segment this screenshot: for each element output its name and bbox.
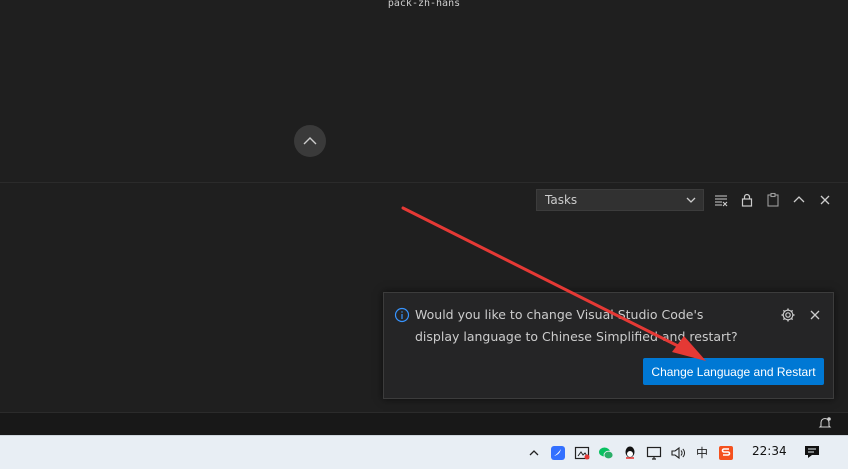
qq-icon	[625, 446, 635, 459]
volume-icon	[671, 446, 685, 459]
wechat-tray-icon[interactable]	[594, 436, 618, 469]
notification-center-icon	[805, 446, 819, 458]
clear-all-icon	[715, 195, 728, 207]
scroll-to-top-button[interactable]	[294, 125, 326, 157]
taskbar-clock[interactable]: 22:34	[752, 444, 787, 458]
notification-center-button[interactable]	[803, 443, 821, 461]
chevron-up-icon	[303, 137, 317, 145]
change-language-restart-button[interactable]: Change Language and Restart	[643, 358, 824, 385]
ime-tray-icon[interactable]: 中	[690, 436, 714, 469]
gear-icon	[781, 308, 795, 322]
notification-close-button[interactable]	[806, 306, 824, 324]
chevron-down-icon	[686, 197, 696, 203]
info-icon	[394, 307, 410, 323]
network-icon	[646, 446, 662, 460]
lock-icon	[741, 193, 753, 207]
system-tray: 中	[522, 436, 738, 469]
feishu-icon	[551, 445, 565, 460]
show-hidden-icons-button[interactable]	[522, 436, 546, 469]
open-output-editor-button[interactable]	[760, 189, 786, 211]
volume-tray-icon[interactable]	[666, 436, 690, 469]
panel-toolbar: Tasks	[536, 188, 838, 212]
bell-icon[interactable]	[818, 416, 832, 430]
status-bar	[0, 412, 848, 435]
wechat-icon	[599, 447, 614, 459]
output-channel-value: Tasks	[545, 193, 578, 207]
screenshot-tray-icon[interactable]	[570, 436, 594, 469]
chevron-up-icon	[529, 449, 539, 455]
feishu-tray-icon[interactable]	[546, 436, 570, 469]
clipboard-icon	[767, 192, 779, 207]
sogou-icon	[719, 445, 733, 460]
network-tray-icon[interactable]	[642, 436, 666, 469]
close-icon	[820, 195, 830, 205]
windows-taskbar: 中 22:34	[0, 435, 848, 469]
clear-output-button[interactable]	[708, 189, 734, 211]
sogou-tray-icon[interactable]	[714, 436, 738, 469]
ime-label: 中	[695, 446, 708, 460]
output-channel-select[interactable]: Tasks	[536, 189, 704, 211]
notification-settings-button[interactable]	[779, 306, 797, 324]
editor-top-label: pack-zh-hans	[387, 0, 461, 9]
screenshot-icon	[574, 446, 590, 459]
notification-message: Would you like to change Visual Studio C…	[415, 307, 738, 344]
chevron-up-icon	[793, 196, 805, 203]
qq-tray-icon[interactable]	[618, 436, 642, 469]
language-notification: Would you like to change Visual Studio C…	[383, 292, 834, 399]
maximize-panel-button[interactable]	[786, 189, 812, 211]
close-icon	[810, 310, 820, 320]
close-panel-button[interactable]	[812, 189, 838, 211]
editor-area: pack-zh-hans	[0, 0, 848, 183]
lock-scroll-button[interactable]	[734, 189, 760, 211]
